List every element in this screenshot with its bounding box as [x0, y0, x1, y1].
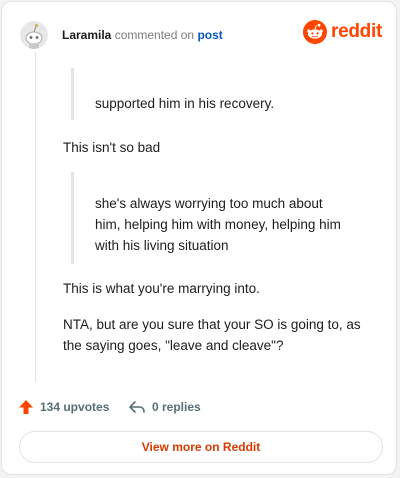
thread-line: [35, 52, 36, 382]
paragraph-1: This isn't so bad: [63, 140, 161, 155]
reddit-snoo-icon: [303, 20, 328, 44]
username[interactable]: Laramila: [62, 28, 111, 42]
reply-stat[interactable]: 0 replies: [128, 399, 201, 415]
quote-2-text: she's always worrying too much about him…: [95, 172, 341, 256]
quote-2-line-1: she's always worrying too much about: [95, 196, 323, 211]
paragraph-3-line-2: the saying goes, "leave and cleave"?: [63, 338, 284, 353]
comment-header: Laramila commented on post reddit: [2, 2, 396, 62]
upvote-count: 134 upvotes: [40, 400, 110, 414]
upvote-stat[interactable]: 134 upvotes: [18, 399, 109, 415]
paragraph-3-line-1: NTA, but are you sure that your SO is go…: [63, 317, 361, 332]
upvote-arrow-icon: [19, 400, 33, 414]
comment-meta: Laramila commented on post: [62, 28, 223, 42]
user-avatar[interactable]: [20, 21, 48, 49]
quote-1-text: supported him in his recovery.: [95, 96, 275, 111]
quote-block-2: she's always worrying too much about him…: [71, 172, 341, 264]
reddit-brand[interactable]: reddit: [303, 20, 382, 44]
paragraph-3: NTA, but are you sure that your SO is go…: [63, 314, 383, 356]
snoo-avatar-icon: [20, 21, 48, 49]
reply-arrow-icon: [129, 401, 145, 413]
comment-footer: 134 upvotes 0 replies: [2, 395, 396, 419]
post-link[interactable]: post: [197, 28, 222, 42]
view-more-button[interactable]: View more on Reddit: [19, 431, 383, 463]
paragraph-2: This is what you're marrying into.: [63, 281, 260, 296]
embedded-comment-card: Laramila commented on post reddit suppor…: [1, 1, 397, 475]
quote-2-line-2: him, helping him with money, helping him: [95, 217, 341, 232]
reply-count: 0 replies: [152, 400, 201, 414]
quote-2-line-3: with his living situation: [95, 238, 229, 253]
reddit-wordmark: reddit: [331, 21, 382, 42]
quote-block-1: supported him in his recovery.: [71, 68, 274, 120]
action-text: commented on: [114, 28, 195, 42]
